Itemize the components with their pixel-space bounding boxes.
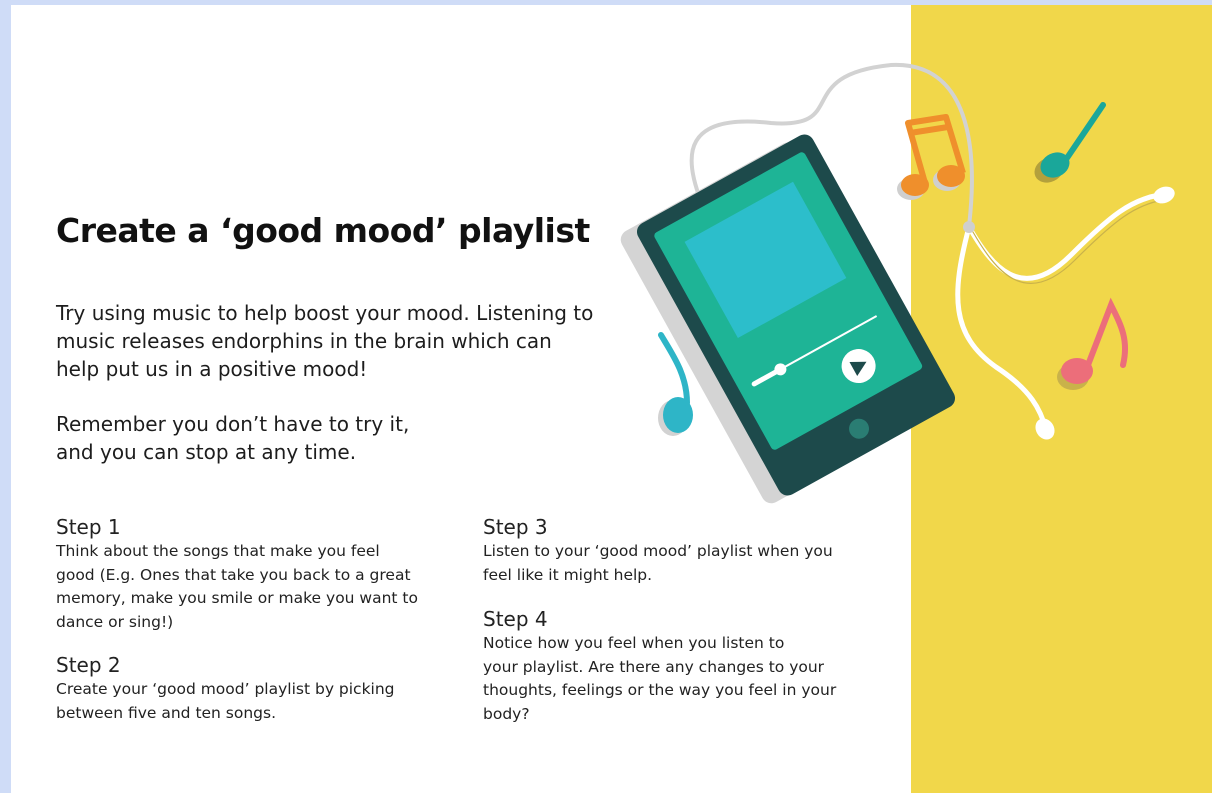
step-title: Step 4 bbox=[483, 607, 548, 631]
step-text: dance or sing!) bbox=[56, 612, 174, 631]
step-text: Think about the songs that make you feel bbox=[56, 542, 380, 560]
step-text: Create your ‘good mood’ playlist by pick… bbox=[56, 680, 395, 698]
page-title: Create a ‘good mood’ playlist bbox=[56, 211, 590, 250]
step-text: between five and ten songs. bbox=[56, 703, 277, 722]
step-text: memory, make you smile or make you want … bbox=[56, 589, 418, 607]
intro-line: help put us in a positive mood! bbox=[56, 357, 368, 381]
step-title: Step 2 bbox=[56, 653, 121, 677]
intro-paragraph: Try using music to help boost your mood.… bbox=[56, 299, 656, 383]
step-title: Step 1 bbox=[56, 515, 121, 539]
music-note-icon bbox=[1057, 297, 1129, 390]
step-1: Step 1 Think about the songs that make y… bbox=[56, 514, 418, 634]
step-text: Notice how you feel when you listen to bbox=[483, 634, 785, 652]
worksheet-card: Create a ‘good mood’ playlist Try using … bbox=[11, 5, 1212, 793]
intro-line: Try using music to help boost your mood.… bbox=[56, 301, 594, 325]
step-title: Step 3 bbox=[483, 515, 548, 539]
intro-line: music releases endorphins in the brain w… bbox=[56, 329, 552, 353]
step-text: your playlist. Are there any changes to … bbox=[483, 657, 825, 676]
step-4: Step 4 Notice how you feel when you list… bbox=[483, 606, 836, 726]
music-note-icon bbox=[897, 114, 966, 200]
music-note-icon bbox=[1034, 102, 1106, 183]
step-text: feel like it might help. bbox=[483, 565, 653, 584]
reassurance-paragraph: Remember you don’t have to try it, and y… bbox=[56, 410, 656, 466]
step-2: Step 2 Create your ‘good mood’ playlist … bbox=[56, 652, 395, 725]
step-3: Step 3 Listen to your ‘good mood’ playli… bbox=[483, 514, 833, 587]
intro-line: and you can stop at any time. bbox=[56, 440, 357, 464]
step-text: thoughts, feelings or the way you feel i… bbox=[483, 681, 837, 699]
intro-line: Remember you don’t have to try it, bbox=[56, 412, 410, 436]
step-text: Listen to your ‘good mood’ playlist when… bbox=[483, 542, 833, 560]
step-text: good (E.g. Ones that take you back to a … bbox=[56, 565, 411, 584]
step-text: body? bbox=[483, 704, 530, 723]
